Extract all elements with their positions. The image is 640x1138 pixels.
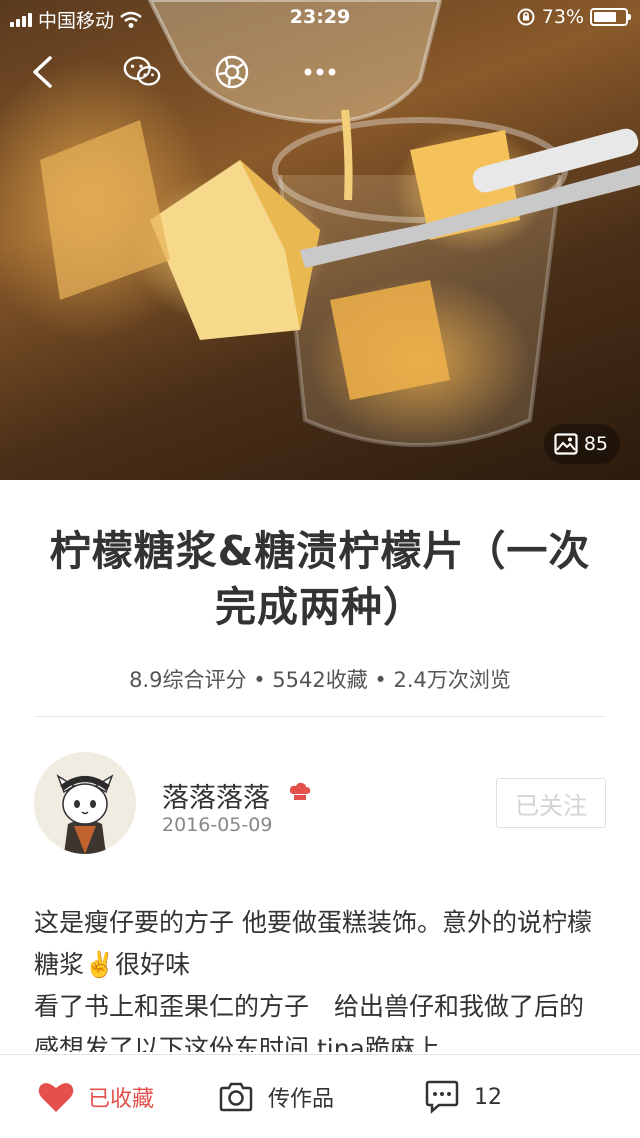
author-section: 落落落落 2016-05-09 已关注 bbox=[34, 752, 606, 862]
battery-percent: 73% bbox=[541, 6, 584, 28]
moments-icon bbox=[215, 55, 249, 89]
upload-label: 传作品 bbox=[268, 1087, 335, 1112]
divider bbox=[34, 716, 606, 717]
rotation-lock-icon bbox=[517, 8, 535, 26]
more-icon bbox=[304, 68, 336, 76]
heart-icon bbox=[38, 1083, 74, 1112]
share-moments-button[interactable] bbox=[212, 52, 252, 92]
recipe-stats: 8.9综合评分 • 5542收藏 • 2.4万次浏览 bbox=[129, 668, 511, 692]
back-icon bbox=[33, 56, 52, 88]
avatar-illustration bbox=[34, 752, 136, 854]
comments-button[interactable]: 12 bbox=[424, 1075, 502, 1119]
follow-button[interactable]: 已关注 bbox=[496, 778, 606, 828]
gallery-icon bbox=[554, 433, 578, 455]
author-avatar[interactable] bbox=[34, 752, 136, 854]
bottom-action-bar: 已收藏 传作品 12 bbox=[0, 1054, 640, 1138]
wechat-icon bbox=[123, 56, 161, 86]
publish-date: 2016-05-09 bbox=[162, 814, 273, 836]
intro-paragraph: 看了书上和歪果仁的方子 给出兽仔和我做了后的感想发了以下这份东时间 tina跪麻… bbox=[34, 992, 585, 1052]
author-name[interactable]: 落落落落 bbox=[162, 776, 270, 815]
chef-hat-icon bbox=[289, 782, 311, 800]
comment-count: 12 bbox=[474, 1084, 502, 1110]
battery-level bbox=[594, 12, 616, 22]
recipe-intro: 这是瘦仔要的方子 他要做蛋糕装饰。意外的说柠檬糖浆✌️很好味 看了书上和歪果仁的… bbox=[34, 902, 606, 1052]
upload-work-button[interactable]: 传作品 bbox=[218, 1075, 334, 1119]
favorite-button[interactable]: 已收藏 bbox=[38, 1075, 154, 1119]
comment-icon bbox=[425, 1080, 459, 1114]
battery-icon bbox=[590, 8, 631, 26]
status-bar: 中国移动 23:29 73% bbox=[0, 0, 640, 36]
favorite-label: 已收藏 bbox=[88, 1087, 155, 1112]
recipe-title: 柠檬糖浆&糖渍柠檬片（一次完成两种） bbox=[49, 527, 591, 631]
back-button[interactable] bbox=[22, 52, 62, 92]
intro-paragraph: 这是瘦仔要的方子 他要做蛋糕装饰。意外的说柠檬糖浆✌️很好味 bbox=[34, 908, 592, 979]
camera-icon bbox=[219, 1082, 253, 1112]
share-wechat-button[interactable] bbox=[122, 52, 162, 92]
more-button[interactable] bbox=[300, 52, 340, 92]
image-count: 85 bbox=[583, 433, 608, 455]
image-count-badge[interactable]: 85 bbox=[543, 424, 620, 464]
recipe-cover-image[interactable]: 中国移动 23:29 73% 85 bbox=[0, 0, 640, 480]
